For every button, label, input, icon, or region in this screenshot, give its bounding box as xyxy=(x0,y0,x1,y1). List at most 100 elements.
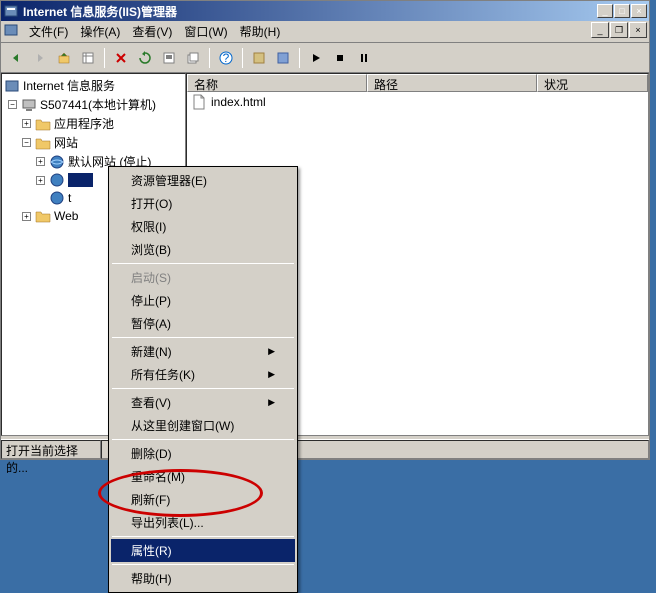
child-restore-button[interactable]: ❐ xyxy=(610,22,628,38)
back-button[interactable] xyxy=(5,47,27,69)
ctx-explorer[interactable]: 资源管理器(E) xyxy=(111,169,295,192)
svg-text:?: ? xyxy=(223,51,230,65)
computer-icon xyxy=(21,97,37,113)
folder-icon xyxy=(35,116,51,132)
globe-icon xyxy=(49,154,65,170)
main-window: Internet 信息服务(IIS)管理器 _ □ × 文件(F) 操作(A) … xyxy=(0,0,650,460)
window-buttons: _ □ × xyxy=(597,4,647,18)
collapse-icon[interactable]: − xyxy=(8,100,17,109)
expand-icon[interactable]: + xyxy=(22,212,31,221)
delete-button[interactable] xyxy=(110,47,132,69)
forward-button[interactable] xyxy=(29,47,51,69)
menu-window[interactable]: 窗口(W) xyxy=(178,21,233,42)
refresh-button[interactable] xyxy=(134,47,156,69)
app-icon xyxy=(3,3,19,19)
list-item[interactable]: index.html xyxy=(187,92,648,112)
context-menu: 资源管理器(E) 打开(O) 权限(I) 浏览(B) 启动(S) 停止(P) 暂… xyxy=(108,166,298,593)
menu-help[interactable]: 帮助(H) xyxy=(234,21,287,42)
up-button[interactable] xyxy=(53,47,75,69)
start-button[interactable] xyxy=(305,47,327,69)
tree-label: Internet 信息服务 xyxy=(23,77,115,94)
collapse-icon[interactable]: − xyxy=(22,138,31,147)
ctx-refresh[interactable]: 刷新(F) xyxy=(111,488,295,511)
titlebar: Internet 信息服务(IIS)管理器 _ □ × xyxy=(1,1,649,21)
expand-icon[interactable]: + xyxy=(36,176,45,185)
export-button[interactable] xyxy=(182,47,204,69)
tree-app-pools[interactable]: + 应用程序池 xyxy=(4,114,183,133)
ctx-stop[interactable]: 停止(P) xyxy=(111,289,295,312)
expand-icon[interactable]: + xyxy=(36,157,45,166)
icon-button-1[interactable] xyxy=(248,47,270,69)
folder-icon xyxy=(35,135,51,151)
content-area: Internet 信息服务 − S507441(本地计算机) + 应用程序池 −… xyxy=(1,73,649,436)
file-name: index.html xyxy=(211,95,266,109)
ctx-properties[interactable]: 属性(R) xyxy=(111,539,295,562)
status-text: 打开当前选择的... xyxy=(1,440,101,459)
tree-label: Web xyxy=(54,209,78,223)
submenu-arrow-icon: ▶ xyxy=(268,369,275,380)
toolbar-separator xyxy=(299,48,300,68)
tree-label: 应用程序池 xyxy=(54,115,114,132)
ctx-new[interactable]: 新建(N)▶ xyxy=(111,340,295,363)
menu-file[interactable]: 文件(F) xyxy=(23,21,74,42)
ctx-start: 启动(S) xyxy=(111,266,295,289)
folder-icon xyxy=(35,208,51,224)
ctx-rename[interactable]: 重命名(M) xyxy=(111,465,295,488)
tree-root[interactable]: Internet 信息服务 xyxy=(4,76,183,95)
maximize-button[interactable]: □ xyxy=(614,4,630,18)
window-title: Internet 信息服务(IIS)管理器 xyxy=(23,3,597,20)
minimize-button[interactable]: _ xyxy=(597,4,613,18)
col-name[interactable]: 名称 xyxy=(187,74,367,92)
globe-icon xyxy=(49,172,65,188)
toolbar-separator xyxy=(209,48,210,68)
toolbar: ? xyxy=(1,43,649,73)
submenu-arrow-icon: ▶ xyxy=(268,346,275,357)
submenu-arrow-icon: ▶ xyxy=(268,397,275,408)
list-header: 名称 路径 状况 xyxy=(187,74,648,92)
ctx-pause[interactable]: 暂停(A) xyxy=(111,312,295,335)
ctx-delete[interactable]: 删除(D) xyxy=(111,442,295,465)
globe-icon xyxy=(49,190,65,206)
pause-button[interactable] xyxy=(353,47,375,69)
statusbar: 打开当前选择的... xyxy=(1,439,649,459)
close-button[interactable]: × xyxy=(631,4,647,18)
ctx-separator xyxy=(112,564,294,565)
child-window-buttons: _ ❐ × xyxy=(591,22,647,38)
menubar: 文件(F) 操作(A) 查看(V) 窗口(W) 帮助(H) _ ❐ × xyxy=(1,21,649,43)
ctx-separator xyxy=(112,536,294,537)
toolbar-separator xyxy=(242,48,243,68)
tree-computer[interactable]: − S507441(本地计算机) xyxy=(4,95,183,114)
iis-icon xyxy=(4,78,20,94)
child-close-button[interactable]: × xyxy=(629,22,647,38)
tree-label: 网站 xyxy=(54,134,78,151)
tree-label-selected xyxy=(68,173,93,187)
ctx-help[interactable]: 帮助(H) xyxy=(111,567,295,590)
menu-view[interactable]: 查看(V) xyxy=(126,21,178,42)
child-minimize-button[interactable]: _ xyxy=(591,22,609,38)
ctx-browse[interactable]: 浏览(B) xyxy=(111,238,295,261)
mmc-icon xyxy=(3,22,19,41)
ctx-window-here[interactable]: 从这里创建窗口(W) xyxy=(111,414,295,437)
icon-button-2[interactable] xyxy=(272,47,294,69)
ctx-open[interactable]: 打开(O) xyxy=(111,192,295,215)
properties-button[interactable] xyxy=(158,47,180,69)
ctx-separator xyxy=(112,337,294,338)
file-icon xyxy=(191,94,207,110)
expand-icon[interactable]: + xyxy=(22,119,31,128)
show-tree-button[interactable] xyxy=(77,47,99,69)
ctx-separator xyxy=(112,439,294,440)
ctx-all-tasks[interactable]: 所有任务(K)▶ xyxy=(111,363,295,386)
col-path[interactable]: 路径 xyxy=(367,74,537,92)
tree-label: t xyxy=(68,191,71,205)
help-button[interactable]: ? xyxy=(215,47,237,69)
stop-button[interactable] xyxy=(329,47,351,69)
ctx-separator xyxy=(112,263,294,264)
ctx-permissions[interactable]: 权限(I) xyxy=(111,215,295,238)
ctx-view[interactable]: 查看(V)▶ xyxy=(111,391,295,414)
menu-action[interactable]: 操作(A) xyxy=(74,21,126,42)
tree-label: S507441(本地计算机) xyxy=(40,96,156,113)
col-status[interactable]: 状况 xyxy=(537,74,648,92)
tree-websites[interactable]: − 网站 xyxy=(4,133,183,152)
ctx-export-list[interactable]: 导出列表(L)... xyxy=(111,511,295,534)
ctx-separator xyxy=(112,388,294,389)
